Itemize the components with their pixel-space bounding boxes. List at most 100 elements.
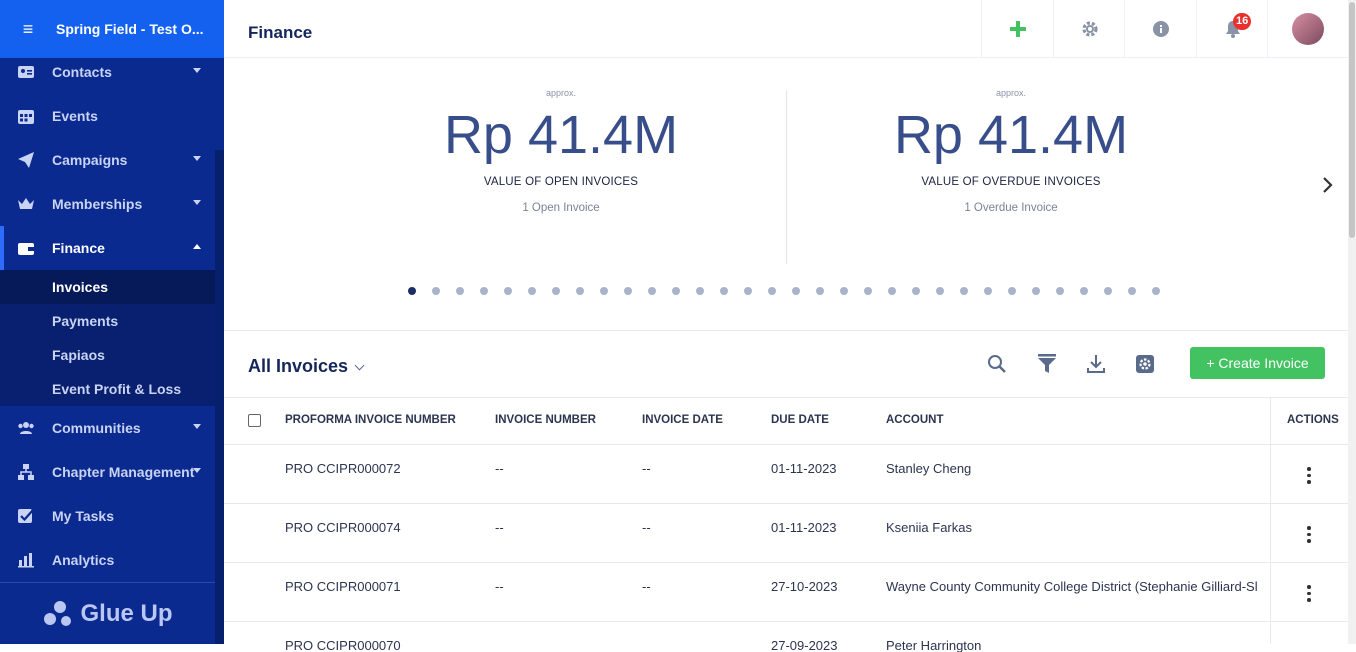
cell-account[interactable]: Kseniia Farkas xyxy=(886,520,1270,535)
user-menu[interactable] xyxy=(1267,0,1348,58)
submenu-item-event-profit-loss[interactable]: Event Profit & Loss xyxy=(0,372,215,406)
carousel-dot[interactable] xyxy=(480,287,488,295)
column-header-invoice-number[interactable]: INVOICE NUMBER xyxy=(495,414,596,426)
cell-proforma[interactable]: PRO CCIPR000074 xyxy=(285,520,401,535)
cell-account[interactable]: Stanley Cheng xyxy=(886,461,1270,476)
calendar-icon xyxy=(0,107,52,125)
table-row[interactable]: PRO CCIPR000071 -- -- 27-10-2023 Wayne C… xyxy=(224,563,1348,622)
carousel-dot[interactable] xyxy=(768,287,776,295)
cell-due-date: 27-10-2023 xyxy=(771,579,838,594)
carousel-dot[interactable] xyxy=(696,287,704,295)
plus-icon xyxy=(1009,21,1026,37)
carousel-dot[interactable] xyxy=(936,287,944,295)
carousel-dot[interactable] xyxy=(744,287,752,295)
carousel-dot[interactable] xyxy=(408,287,416,295)
sidebar-item-campaigns[interactable]: Campaigns xyxy=(0,138,215,182)
sidebar-item-label: Memberships xyxy=(52,196,143,212)
column-header-invoice-date[interactable]: INVOICE DATE xyxy=(642,414,723,426)
column-header-account[interactable]: ACCOUNT xyxy=(886,414,944,426)
carousel-dot[interactable] xyxy=(1056,287,1064,295)
carousel-dot[interactable] xyxy=(984,287,992,295)
carousel-next-button[interactable] xyxy=(1322,176,1334,200)
table-settings-button[interactable] xyxy=(1133,352,1157,376)
carousel-dot[interactable] xyxy=(672,287,680,295)
page-scrollbar[interactable] xyxy=(1348,0,1356,644)
cell-account[interactable]: Peter Harrington xyxy=(886,638,1270,652)
carousel-dot[interactable] xyxy=(864,287,872,295)
cell-due-date: 27-09-2023 xyxy=(771,638,838,652)
carousel-dot[interactable] xyxy=(1008,287,1016,295)
sidebar-item-memberships[interactable]: Memberships xyxy=(0,182,215,226)
column-header-proforma[interactable]: PROFORMA INVOICE NUMBER xyxy=(285,414,456,426)
carousel-dot[interactable] xyxy=(528,287,536,295)
sidebar-item-label: Analytics xyxy=(52,552,115,568)
glue-up-logo: Glue Up xyxy=(0,582,215,644)
submenu-item-invoices[interactable]: Invoices xyxy=(0,270,215,304)
wallet-icon xyxy=(0,240,52,256)
sidebar-item-label: Contacts xyxy=(52,64,112,80)
info-button[interactable] xyxy=(1124,0,1196,58)
sidebar-item-label: Communities xyxy=(52,420,141,436)
carousel-dot[interactable] xyxy=(888,287,896,295)
sidebar-item-my-tasks[interactable]: My Tasks xyxy=(0,494,215,538)
carousel-dot[interactable] xyxy=(1152,287,1160,295)
invoice-view-selector[interactable]: All Invoices xyxy=(248,356,365,377)
cell-proforma[interactable]: PRO CCIPR000070 xyxy=(285,638,401,652)
create-invoice-button[interactable]: + Create Invoice xyxy=(1190,347,1325,379)
table-header: PROFORMA INVOICE NUMBER INVOICE NUMBER I… xyxy=(224,397,1348,445)
sidebar-item-chapter-management[interactable]: Chapter Management xyxy=(0,450,215,494)
carousel-dot[interactable] xyxy=(552,287,560,295)
hamburger-menu-icon[interactable]: ≡ xyxy=(0,19,56,40)
cell-account[interactable]: Wayne County Community College District … xyxy=(886,579,1270,594)
carousel-dot[interactable] xyxy=(1080,287,1088,295)
sidebar-item-events[interactable]: Events xyxy=(0,94,215,138)
notifications-button[interactable]: 16 xyxy=(1196,0,1268,58)
sidebar-item-analytics[interactable]: Analytics xyxy=(0,538,215,582)
table-row[interactable]: PRO CCIPR000072 -- -- 01-11-2023 Stanley… xyxy=(224,445,1348,504)
sidebar-item-contacts[interactable]: Contacts xyxy=(0,50,215,94)
carousel-dot[interactable] xyxy=(456,287,464,295)
carousel-dot[interactable] xyxy=(720,287,728,295)
submenu-item-fapiaos[interactable]: Fapiaos xyxy=(0,338,215,372)
column-header-due-date[interactable]: DUE DATE xyxy=(771,414,829,426)
carousel-dot[interactable] xyxy=(816,287,824,295)
logo-text: Glue Up xyxy=(80,599,173,627)
open-invoices-amount: Rp 41.4M xyxy=(443,105,679,165)
settings-button[interactable] xyxy=(1053,0,1125,58)
cell-invoice-number: -- xyxy=(495,579,504,594)
carousel-dot[interactable] xyxy=(1128,287,1136,295)
submenu-item-payments[interactable]: Payments xyxy=(0,304,215,338)
cell-invoice-date: -- xyxy=(642,579,651,594)
download-button[interactable] xyxy=(1084,352,1108,376)
chevron-down-icon xyxy=(193,424,201,429)
scrollbar-thumb[interactable] xyxy=(1349,2,1355,238)
carousel-dot[interactable] xyxy=(648,287,656,295)
sidebar-item-label: Chapter Management xyxy=(52,464,195,480)
carousel-dot[interactable] xyxy=(840,287,848,295)
carousel-dot[interactable] xyxy=(1104,287,1112,295)
open-invoices-count[interactable]: 1 Open Invoice xyxy=(336,202,786,214)
add-button[interactable] xyxy=(981,0,1053,58)
sidebar-item-finance[interactable]: Finance xyxy=(0,226,215,270)
carousel-dot[interactable] xyxy=(792,287,800,295)
select-all-checkbox[interactable] xyxy=(248,414,261,427)
cell-proforma[interactable]: PRO CCIPR000072 xyxy=(285,461,401,476)
sidebar-item-communities[interactable]: Communities xyxy=(0,406,215,450)
carousel-dot[interactable] xyxy=(1032,287,1040,295)
carousel-dot[interactable] xyxy=(960,287,968,295)
table-row[interactable]: PRO CCIPR000070 27-09-2023 Peter Harring… xyxy=(224,622,1348,652)
carousel-dot[interactable] xyxy=(912,287,920,295)
carousel-dot[interactable] xyxy=(624,287,632,295)
sidebar-scrollbar[interactable] xyxy=(215,150,224,644)
cell-proforma[interactable]: PRO CCIPR000071 xyxy=(285,579,401,594)
table-row[interactable]: PRO CCIPR000074 -- -- 01-11-2023 Kseniia… xyxy=(224,504,1348,563)
section-divider xyxy=(224,330,1348,331)
filter-button[interactable] xyxy=(1035,352,1059,376)
cell-invoice-number: -- xyxy=(495,520,504,535)
overdue-invoices-count[interactable]: 1 Overdue Invoice xyxy=(786,202,1236,214)
carousel-dot[interactable] xyxy=(576,287,584,295)
carousel-dot[interactable] xyxy=(432,287,440,295)
carousel-dot[interactable] xyxy=(600,287,608,295)
search-button[interactable] xyxy=(985,352,1009,376)
carousel-dot[interactable] xyxy=(504,287,512,295)
